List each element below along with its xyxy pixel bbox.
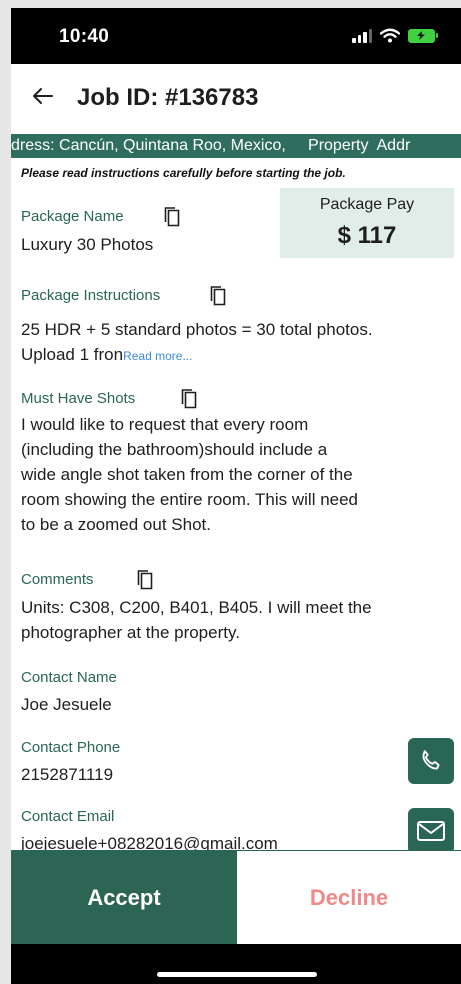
- text-line: wide angle shot taken from the corner of…: [21, 465, 353, 484]
- text-line: I would like to request that every room: [21, 415, 309, 434]
- email-button[interactable]: [408, 808, 454, 854]
- package-pay-amount: $ 117: [337, 222, 397, 249]
- job-detail-screen: Job ID: #136783 dress: Cancún, Quintana …: [11, 64, 461, 944]
- comments-text: Units: C308, C200, B401, B405. I will me…: [21, 595, 372, 645]
- comments-label: Comments: [21, 571, 94, 588]
- battery-charging-icon: [408, 28, 438, 43]
- signal-icon: [352, 28, 372, 43]
- wifi-icon: [380, 28, 400, 43]
- contact-name-value: Joe Jesuele: [21, 695, 112, 714]
- package-name-value: Luxury 30 Photos: [21, 235, 154, 254]
- text-line: (including the bathroom)should include a: [21, 440, 328, 459]
- arrow-left-icon[interactable]: [31, 84, 55, 108]
- contact-email-label: Contact Email: [21, 808, 115, 825]
- instructions-preview: Upload 1 fron: [21, 345, 124, 364]
- package-instructions-label: Package Instructions: [21, 287, 161, 304]
- package-pay-box: Package Pay $ 117: [280, 188, 454, 258]
- address-ticker: dress: Cancún, Quintana Roo, Mexico, Pro…: [11, 134, 461, 158]
- decline-button[interactable]: Decline: [237, 851, 461, 944]
- status-time: 10:40: [59, 26, 110, 47]
- instructions-notice: Please read instructions carefully befor…: [21, 166, 346, 180]
- package-name-label: Package Name: [21, 208, 124, 225]
- text-line: photographer at the property.: [21, 623, 240, 642]
- instructions-line: 25 HDR + 5 standard photos = 30 total ph…: [21, 320, 373, 339]
- text-line: Units: C308, C200, B401, B405. I will me…: [21, 598, 372, 617]
- must-have-shots-label: Must Have Shots: [21, 390, 136, 407]
- app-header: Job ID: #136783: [11, 64, 461, 134]
- read-more-link[interactable]: Read more...: [123, 349, 192, 363]
- copy-icon[interactable]: [209, 286, 227, 306]
- package-pay-label: Package Pay: [319, 196, 415, 213]
- contact-phone-value: 2152871119: [21, 765, 114, 784]
- phone-frame: 10:40 Job ID: #136783 dress: Cancún, Qui…: [11, 8, 461, 984]
- copy-icon[interactable]: [163, 207, 181, 227]
- home-indicator[interactable]: [157, 972, 317, 977]
- contact-name-label: Contact Name: [21, 669, 117, 686]
- text-line: room showing the entire room. This will …: [21, 490, 359, 509]
- status-icons: [352, 28, 438, 43]
- phone-icon: [422, 750, 440, 770]
- status-bar: 10:40: [11, 8, 461, 64]
- text-line: to be a zoomed out Shot.: [21, 515, 211, 534]
- page-title: Job ID: #136783: [77, 84, 259, 111]
- contact-phone-label: Contact Phone: [21, 739, 121, 756]
- call-button[interactable]: [408, 738, 454, 784]
- copy-icon[interactable]: [180, 389, 198, 409]
- package-instructions-text: 25 HDR + 5 standard photos = 30 total ph…: [21, 317, 373, 369]
- mail-icon: [417, 821, 445, 841]
- must-have-shots-text: I would like to request that every room …: [21, 412, 358, 537]
- accept-button[interactable]: Accept: [11, 851, 237, 944]
- instructions-line: Upload 1 fronRead more...: [21, 342, 373, 369]
- copy-icon[interactable]: [136, 570, 154, 590]
